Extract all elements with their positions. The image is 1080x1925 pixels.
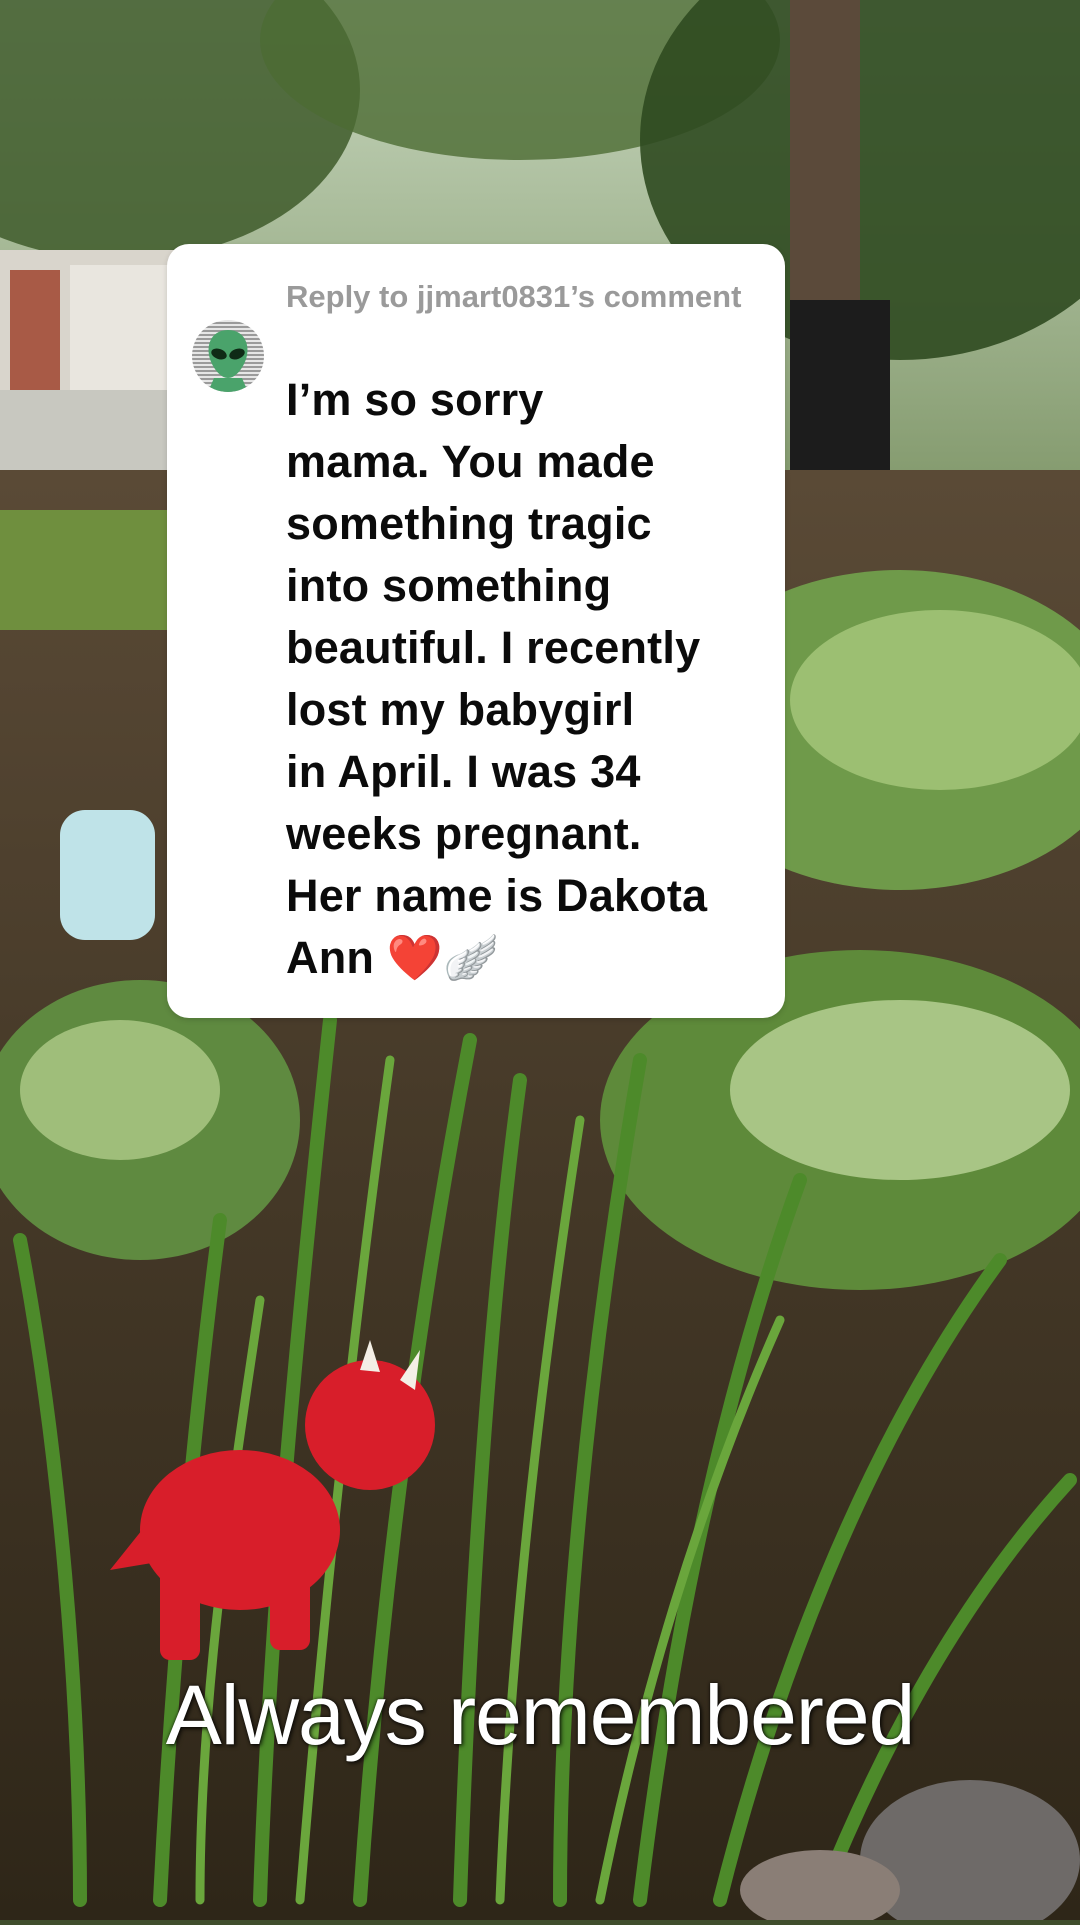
comment-text: I’m so sorry mama. You made something tr… bbox=[286, 374, 708, 983]
reply-header: Reply to jjmart0831’s comment bbox=[286, 279, 742, 314]
alien-avatar-icon[interactable] bbox=[192, 320, 264, 392]
video-caption: Always remembered bbox=[165, 1668, 916, 1762]
comment-reply-card[interactable]: Reply to jjmart0831’s comment I’m so sor… bbox=[167, 244, 785, 1018]
